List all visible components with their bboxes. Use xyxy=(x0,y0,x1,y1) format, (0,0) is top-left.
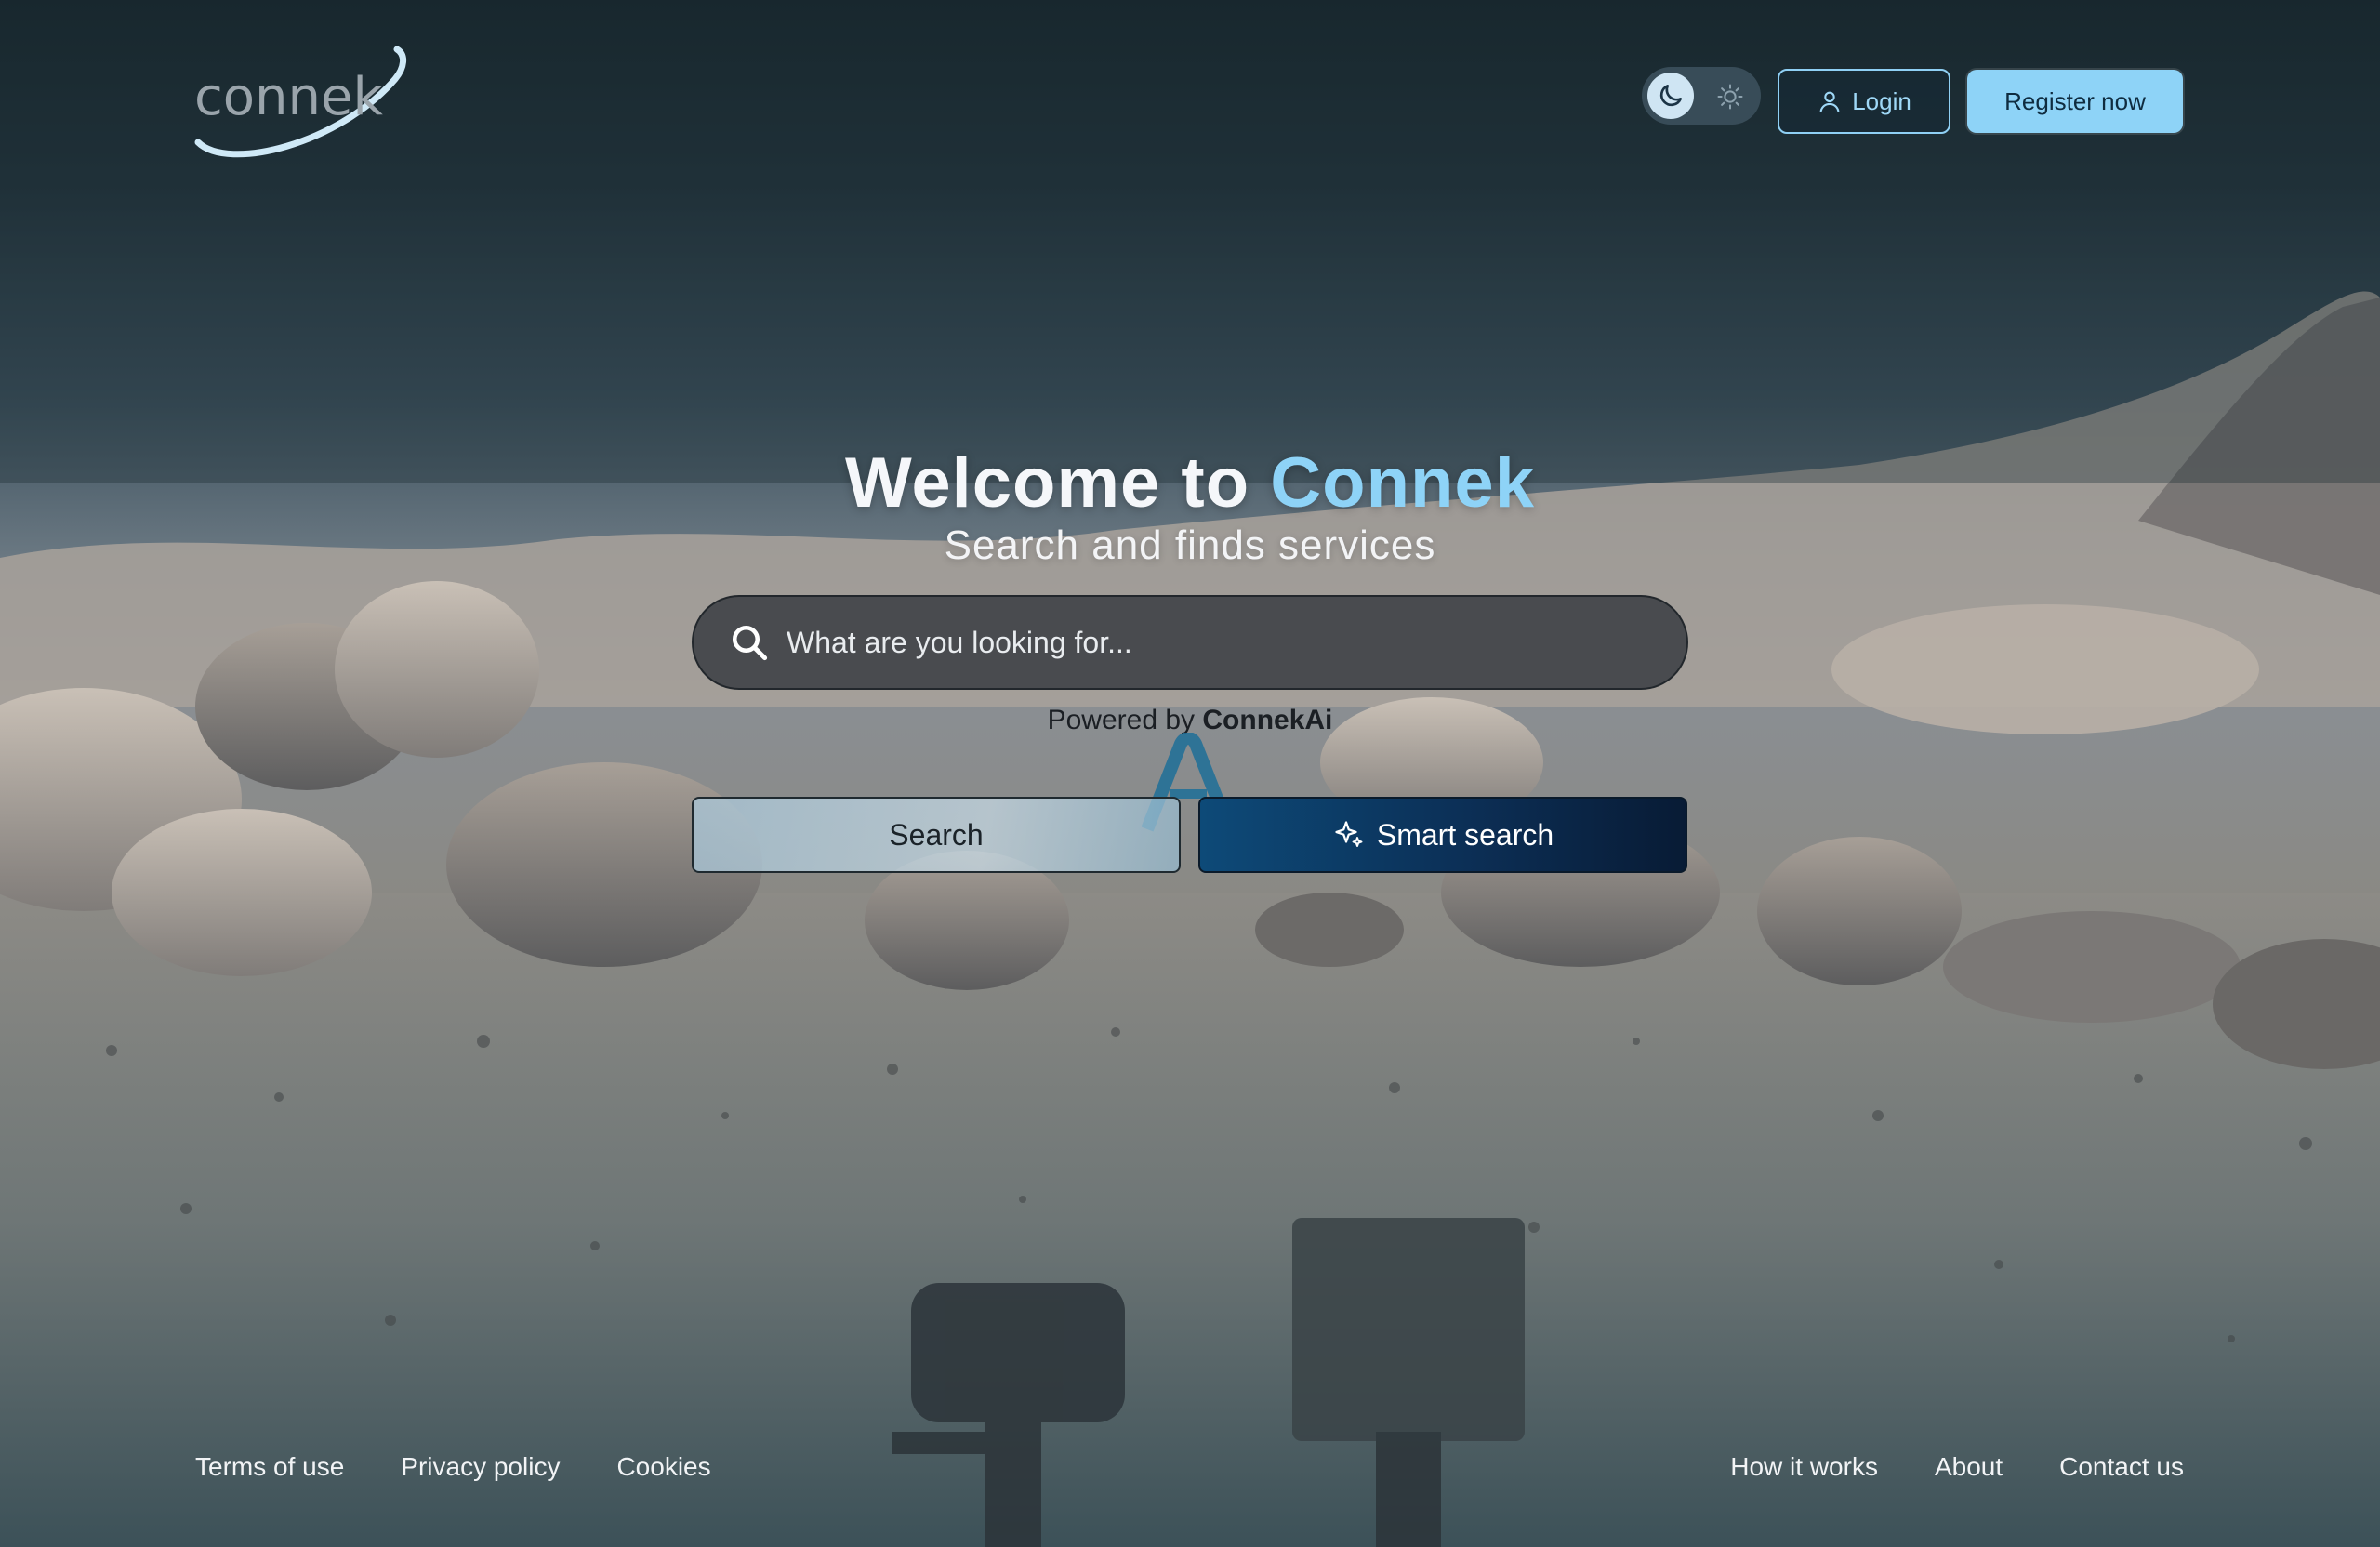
smart-search-label: Smart search xyxy=(1376,817,1554,852)
moon-icon xyxy=(1659,85,1682,107)
theme-light-option[interactable] xyxy=(1714,81,1746,112)
theme-toggle[interactable] xyxy=(1642,67,1761,125)
footer-left-links: Terms of use Privacy policy Cookies xyxy=(195,1452,711,1482)
powered-brand: ConnekAi xyxy=(1202,705,1333,735)
search-bar[interactable] xyxy=(692,595,1688,690)
powered-prefix: Powered by xyxy=(1047,705,1196,735)
smart-search-button[interactable]: Smart search xyxy=(1198,797,1687,873)
theme-dark-option[interactable] xyxy=(1647,73,1694,119)
footer-link-terms[interactable]: Terms of use xyxy=(195,1452,344,1482)
login-label: Login xyxy=(1852,86,1911,115)
footer-link-cookies[interactable]: Cookies xyxy=(616,1452,710,1482)
connek-logo[interactable]: connek xyxy=(191,42,423,158)
hero-title: Welcome to Connek xyxy=(0,443,2380,523)
register-button[interactable]: Register now xyxy=(1967,70,2183,133)
hero-title-prefix: Welcome to xyxy=(845,443,1250,522)
sun-icon xyxy=(1717,84,1743,110)
footer-link-privacy[interactable]: Privacy policy xyxy=(401,1452,560,1482)
hero-title-accent: Connek xyxy=(1270,443,1535,522)
footer-link-about[interactable]: About xyxy=(1935,1452,2003,1482)
sparkle-icon xyxy=(1335,821,1363,847)
powered-by-text: Powered by ConnekAi xyxy=(0,705,2380,736)
login-button[interactable]: Login xyxy=(1778,69,1950,134)
logo-text: connek xyxy=(194,67,383,127)
search-button-label: Search xyxy=(889,817,984,852)
landing-page: connek Login Register now Welcome to Con… xyxy=(0,0,2380,1547)
user-icon xyxy=(1819,91,1840,112)
footer-link-how-it-works[interactable]: How it works xyxy=(1730,1452,1878,1482)
search-button[interactable]: Search xyxy=(692,797,1181,873)
register-label: Register now xyxy=(2004,86,2146,115)
footer-link-contact[interactable]: Contact us xyxy=(2059,1452,2184,1482)
search-icon xyxy=(729,622,770,663)
search-input[interactable] xyxy=(785,614,1686,671)
footer-right-links: How it works About Contact us xyxy=(1730,1452,2184,1482)
hero-subtitle: Search and finds services xyxy=(944,522,1436,568)
